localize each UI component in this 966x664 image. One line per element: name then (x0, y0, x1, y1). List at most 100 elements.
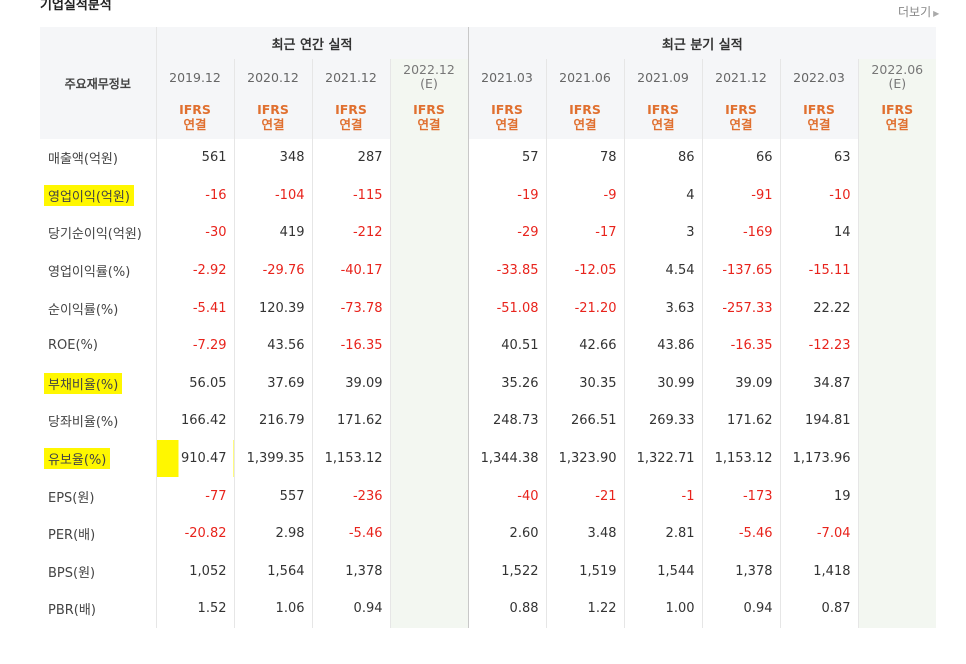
table-body: 매출액(억원) 561 348 287 57 78 86 66 63 영업이익(억원) -16 -10… (40, 139, 937, 628)
value-cell: 0.87 (779, 590, 858, 628)
ifrs-badge: IFRS 연결 (623, 95, 702, 139)
value-cell: 34.87 (779, 364, 858, 403)
ifrs-label: IFRS (647, 102, 679, 117)
value-cell: -12.05 (545, 251, 624, 290)
value-cell: 1,323.90 (545, 439, 624, 478)
annual-group-header: 최근 연간 실적 (155, 27, 468, 59)
value-cell: 2.98 (233, 514, 312, 553)
value-cell: -137.65 (701, 251, 780, 290)
table-row: 매출액(억원) 561 348 287 57 78 86 66 63 (40, 139, 937, 177)
ifrs-label: IFRS (335, 102, 367, 117)
value-cell: 0.94 (701, 590, 780, 628)
value-cell: -40 (467, 477, 546, 515)
value-cell: -104 (233, 176, 312, 215)
row-label: 영업이익률(%) (40, 252, 156, 290)
value-cell: -12.23 (779, 326, 858, 365)
value-cell (857, 552, 937, 591)
value-cell (389, 402, 468, 440)
table-row: ROE(%) -7.29 43.56 -16.35 40.51 42.66 43.86 -16… (40, 326, 937, 365)
value-cell: -1 (623, 477, 702, 515)
value-cell: -21 (545, 477, 624, 515)
value-cell (389, 251, 468, 290)
table-row: 영업이익률(%) -2.92 -29.76 -40.17 -33.85 -12.05 4.5… (40, 251, 937, 290)
value-cell: 30.35 (545, 364, 624, 403)
row-label: 순이익률(%) (40, 289, 156, 327)
period-label: 2022.03 (793, 69, 845, 85)
period-label: 2022.12 (403, 62, 455, 77)
value-cell: -9 (545, 176, 624, 215)
value-cell: -169 (701, 214, 780, 252)
value-cell (389, 214, 468, 252)
table-row: 당기순이익(억원) -30 419 -212 -29 -17 3 -169 14 (40, 214, 937, 252)
value-cell: 1.00 (623, 590, 702, 628)
value-cell: 269.33 (623, 402, 702, 440)
period-label: 2021.12 (715, 69, 767, 85)
more-link[interactable]: 더보기 ▶ (898, 3, 939, 20)
value-cell: 348 (233, 139, 312, 177)
ifrs-badge: IFRS 연결 (779, 95, 858, 139)
value-cell: -29 (467, 214, 546, 252)
table-row: PER(배) -20.82 2.98 -5.46 2.60 3.48 2.81 -5.46 -7… (40, 514, 937, 553)
ifrs-badge: IFRS 연결 (389, 95, 468, 139)
value-cell: 194.81 (779, 402, 858, 440)
value-cell: 1,378 (311, 552, 390, 591)
consolidated-label: 연결 (651, 117, 675, 132)
value-cell (389, 514, 468, 553)
value-cell: 0.88 (467, 590, 546, 628)
period-header: 2021.12 (701, 59, 780, 95)
row-label-text: 유보율(%) (44, 448, 111, 470)
value-cell: -77 (155, 477, 234, 515)
value-cell: 43.86 (623, 326, 702, 365)
period-estimate-label: (E) (888, 76, 907, 91)
value-cell: 63 (779, 139, 858, 177)
value-cell: 248.73 (467, 402, 546, 440)
row-label: 매출액(억원) (40, 139, 156, 177)
table-row: 순이익률(%) -5.41 120.39 -73.78 -51.08 -21.20 3.63… (40, 289, 937, 327)
value-cell: 1.06 (233, 590, 312, 628)
value-cell: -15.11 (779, 251, 858, 290)
period-label: 2021.03 (481, 69, 533, 85)
row-label: 유보율(%) (40, 440, 156, 478)
consolidated-label: 연결 (495, 117, 519, 132)
value-cell (857, 439, 937, 478)
period-label: 2021.12 (325, 69, 377, 85)
value-cell: -73.78 (311, 289, 390, 327)
consolidated-label: 연결 (261, 117, 285, 132)
value-cell (389, 439, 468, 478)
value-cell: -91 (701, 176, 780, 215)
row-label: ROE(%) (40, 327, 156, 365)
value-cell (857, 176, 937, 215)
table-row: 영업이익(억원) -16 -104 -115 -19 -9 4 -91 -10 (40, 176, 937, 215)
row-label-text: ROE(%) (48, 338, 98, 354)
value-cell: 40.51 (467, 326, 546, 365)
period-header: 2020.12 (233, 59, 312, 95)
value-cell: 910.47 (155, 439, 234, 478)
value-cell: -7.04 (779, 514, 858, 553)
value-cell: 171.62 (701, 402, 780, 440)
value-cell (857, 326, 937, 365)
consolidated-label: 연결 (417, 117, 441, 132)
value-cell: 35.26 (467, 364, 546, 403)
value-cell: 1,418 (779, 552, 858, 591)
value-cell: -17 (545, 214, 624, 252)
value-cell: 14 (779, 214, 858, 252)
value-cell: 1,052 (155, 552, 234, 591)
value-cell (857, 364, 937, 403)
value-cell: -212 (311, 214, 390, 252)
value-cell: 56.05 (155, 364, 234, 403)
value-cell: 3.48 (545, 514, 624, 553)
row-label-text: 부채비율(%) (44, 372, 123, 394)
value-cell: -257.33 (701, 289, 780, 327)
value-cell: -33.85 (467, 251, 546, 290)
value-cell: 78 (545, 139, 624, 177)
value-cell: 43.56 (233, 326, 312, 365)
chevron-right-icon: ▶ (933, 9, 940, 18)
value-cell (857, 289, 937, 327)
value-cell: 2.60 (467, 514, 546, 553)
row-label: BPS(원) (40, 553, 156, 591)
value-cell: 86 (623, 139, 702, 177)
consolidated-label: 연결 (885, 117, 909, 132)
row-label-text: EPS(원) (48, 490, 95, 506)
ifrs-label: IFRS (179, 102, 211, 117)
value-cell: 1,564 (233, 552, 312, 591)
